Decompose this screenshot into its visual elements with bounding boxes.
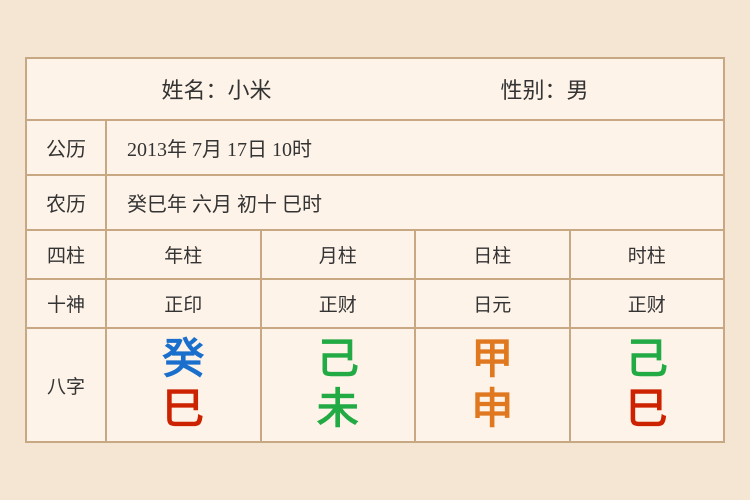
bazi-col-3: 己 巳 (571, 329, 724, 441)
sizhu-header-row: 四柱 年柱 月柱 日柱 时柱 (27, 231, 723, 280)
shishen-row: 十神 正印 正财 日元 正财 (27, 280, 723, 329)
gongli-label: 公历 (27, 121, 107, 174)
shishen-col-1: 正财 (262, 280, 417, 327)
shishen-label: 十神 (27, 280, 107, 327)
shishen-col-0: 正印 (107, 280, 262, 327)
nongli-value: 癸巳年 六月 初十 巳时 (107, 176, 723, 229)
sizhu-col-1: 月柱 (262, 231, 417, 278)
nongli-row: 农历 癸巳年 六月 初十 巳时 (27, 176, 723, 231)
gender-label: 性别：男 (500, 73, 588, 105)
shishen-col-2: 日元 (416, 280, 571, 327)
sizhu-col-0: 年柱 (107, 231, 262, 278)
header-row: 姓名：小米 性别：男 (27, 59, 723, 121)
bazi-col-2: 甲 申 (416, 329, 571, 441)
gongli-row: 公历 2013年 7月 17日 10时 (27, 121, 723, 176)
bazi-col-0-top: 癸 (162, 337, 204, 383)
bazi-col-1-bottom: 未 (317, 387, 359, 433)
bazi-col-3-top: 己 (626, 337, 668, 383)
bazi-row: 八字 癸 巳 己 未 甲 申 己 巳 (27, 329, 723, 441)
bazi-label: 八字 (27, 329, 107, 441)
nongli-label: 农历 (27, 176, 107, 229)
bazi-col-2-top: 甲 (471, 337, 513, 383)
gongli-value: 2013年 7月 17日 10时 (107, 121, 723, 174)
bazi-col-3-bottom: 巳 (626, 387, 668, 433)
main-container: 姓名：小米 性别：男 公历 2013年 7月 17日 10时 农历 癸巳年 六月… (25, 57, 725, 443)
bazi-col-1-top: 己 (317, 337, 359, 383)
bazi-col-2-bottom: 申 (471, 387, 513, 433)
bazi-col-0: 癸 巳 (107, 329, 262, 441)
bazi-col-1: 己 未 (262, 329, 417, 441)
bazi-col-0-bottom: 巳 (162, 387, 204, 433)
sizhu-label: 四柱 (27, 231, 107, 278)
sizhu-col-3: 时柱 (571, 231, 724, 278)
sizhu-col-2: 日柱 (416, 231, 571, 278)
shishen-col-3: 正财 (571, 280, 724, 327)
name-label: 姓名：小米 (161, 73, 271, 105)
